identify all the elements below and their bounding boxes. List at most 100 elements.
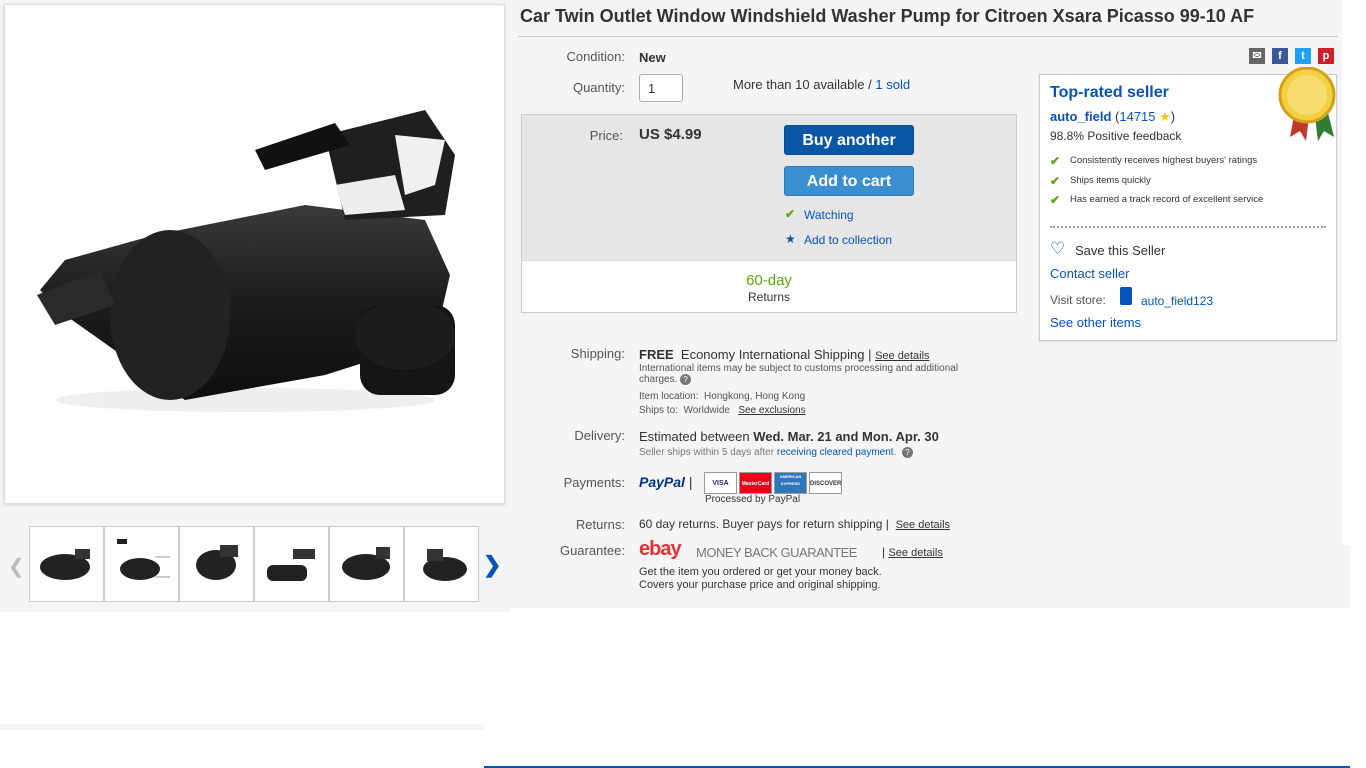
money-back-guarantee: MONEY BACK GUARANTEE (696, 545, 857, 560)
help-icon[interactable]: ? (680, 374, 692, 385)
returns-policy-text: 60 day returns. Buyer pays for return sh… (639, 517, 889, 531)
availability-text: More than 10 available / (733, 77, 876, 92)
heart-icon[interactable]: ♡ (1050, 239, 1065, 259)
item-location-label: Item location: (639, 391, 699, 402)
thumbnail-6[interactable] (404, 526, 479, 602)
top-rated-badge-icon (1278, 67, 1336, 141)
delivery-estimate: Estimated between Wed. Mar. 21 and Mon. … (639, 429, 939, 444)
check-icon: ✔ (1050, 193, 1061, 207)
shipping-details-link[interactable]: See details (875, 350, 929, 362)
thumbnail-4[interactable] (254, 526, 329, 602)
quantity-input[interactable]: 1 (639, 74, 683, 102)
shipping-method: Economy International Shipping | (680, 347, 872, 362)
delivery-prefix: Estimated between (639, 429, 754, 444)
see-exclusions-link[interactable]: See exclusions (738, 405, 805, 416)
washer-pump-image (37, 110, 455, 412)
ebay-logo: ebay (639, 538, 682, 561)
delivery-dates: Wed. Mar. 21 and Mon. Apr. 30 (753, 429, 939, 444)
shipping-free: FREE (639, 347, 674, 362)
add-to-collection-link[interactable]: Add to collection (804, 233, 892, 247)
store-link[interactable]: auto_field123 (1141, 294, 1213, 308)
footer-strip (0, 724, 484, 730)
discover-icon: DISCOVER (809, 472, 842, 494)
condition-value: New (639, 50, 666, 65)
check-icon: ✔ (1050, 174, 1061, 188)
seller-name-link[interactable]: auto_field (1050, 109, 1111, 124)
seller-bullet-3: Has earned a track record of excellent s… (1070, 194, 1264, 205)
guarantee-line-2: Covers your purchase price and original … (639, 579, 881, 591)
price-label: Price: (589, 128, 623, 143)
delivery-note-end: . (893, 447, 897, 458)
chevron-right-icon[interactable]: ❯ (483, 552, 501, 578)
quantity-availability: More than 10 available / 1 sold (733, 77, 910, 92)
store-icon (1120, 287, 1132, 305)
guarantee-line-1: Get the item you ordered or get your mon… (639, 566, 882, 578)
processed-by-paypal: Processed by PayPal (705, 494, 801, 505)
main-product-image[interactable] (4, 4, 505, 504)
ships-to: Ships to: Worldwide See exclusions (639, 405, 806, 416)
price-value: US $4.99 (639, 126, 702, 143)
help-icon[interactable]: ? (901, 447, 913, 458)
thumbnail-1[interactable] (29, 526, 104, 602)
seller-info: auto_field (14715 ★) (1050, 109, 1176, 124)
seller-box: Top-rated seller auto_field (14715 ★) 98… (1039, 67, 1337, 341)
seller-bullet-2: Ships items quickly (1070, 175, 1151, 186)
email-share-icon[interactable]: ✉ (1249, 48, 1265, 64)
payments-label: Payments: (563, 475, 625, 490)
positive-feedback: 98.8% Positive feedback (1050, 129, 1182, 143)
seller-divider (1050, 226, 1326, 228)
twitter-share-icon[interactable]: t (1295, 48, 1311, 64)
thumbnail-strip: ❮ ❯ (0, 520, 510, 610)
price-box: Price: US $4.99 Buy another Add to cart … (521, 114, 1017, 313)
check-icon: ✔ (1050, 154, 1061, 168)
star-icon: ★ (785, 232, 796, 246)
contact-seller-link[interactable]: Contact seller (1050, 266, 1129, 281)
check-icon: ✔ (785, 207, 796, 221)
delivery-note-text: Seller ships within 5 days after (639, 447, 775, 458)
returns-policy: 60 day returns. Buyer pays for return sh… (639, 517, 950, 531)
returns-days: 60-day (746, 272, 792, 289)
page-background-lower (510, 608, 1350, 716)
delivery-label: Delivery: (574, 428, 625, 443)
returns-policy-label: Returns: (575, 517, 625, 532)
ships-to-value: Worldwide (683, 405, 730, 416)
seller-bullet-1: Consistently receives highest buyers' ra… (1070, 155, 1258, 166)
thumbnail-3[interactable] (179, 526, 254, 602)
shipping-note: International items may be subject to cu… (639, 363, 984, 385)
ebay-logo-text: ebay (639, 538, 682, 560)
returns-highlight: 60-day Returns (522, 260, 1016, 312)
feedback-score-link[interactable]: 14715 (1119, 109, 1155, 124)
buy-another-button[interactable]: Buy another (784, 125, 914, 155)
amex-icon: AMERICAN EXPRESS (774, 472, 807, 494)
thumbnail-2[interactable] (104, 526, 179, 602)
returns-details-link[interactable]: See details (896, 519, 950, 531)
visa-icon: VISA (704, 472, 737, 494)
ships-to-label: Ships to: (639, 405, 678, 416)
add-to-cart-button[interactable]: Add to cart (784, 166, 914, 196)
item-title: Car Twin Outlet Window Windshield Washer… (520, 6, 1255, 26)
thumbnail-5[interactable] (329, 526, 404, 602)
delivery-note: Seller ships within 5 days after receivi… (639, 447, 913, 458)
mastercard-icon: MasterCard (739, 472, 772, 494)
visit-store-label: Visit store: (1050, 293, 1106, 307)
save-seller-link[interactable]: Save this Seller (1075, 243, 1165, 258)
right-gutter (1342, 0, 1366, 545)
sold-link[interactable]: 1 sold (875, 77, 910, 92)
card-logos: VISA MasterCardAMERICAN EXPRESS DISCOVER (704, 472, 844, 494)
pinterest-share-icon[interactable]: p (1318, 48, 1334, 64)
paypal-logo: PayPal | (639, 474, 693, 490)
item-location-value: Hongkong, Hong Kong (704, 391, 806, 402)
quantity-label: Quantity: (572, 80, 625, 95)
see-other-items-link[interactable]: See other items (1050, 315, 1141, 330)
guarantee-label: Guarantee: (559, 543, 625, 558)
guarantee-details-link[interactable]: See details (888, 547, 942, 559)
watching-link[interactable]: Watching (804, 208, 854, 222)
paypal-name: PayPal (639, 474, 685, 490)
cleared-payment-link[interactable]: receiving cleared payment (777, 447, 894, 458)
facebook-share-icon[interactable]: f (1272, 48, 1288, 64)
top-rated-heading: Top-rated seller (1050, 84, 1169, 101)
condition-label: Condition: (566, 49, 625, 64)
returns-label: Returns (747, 290, 791, 304)
chevron-left-icon[interactable]: ❮ (8, 554, 25, 579)
shipping-label: Shipping: (570, 346, 625, 361)
